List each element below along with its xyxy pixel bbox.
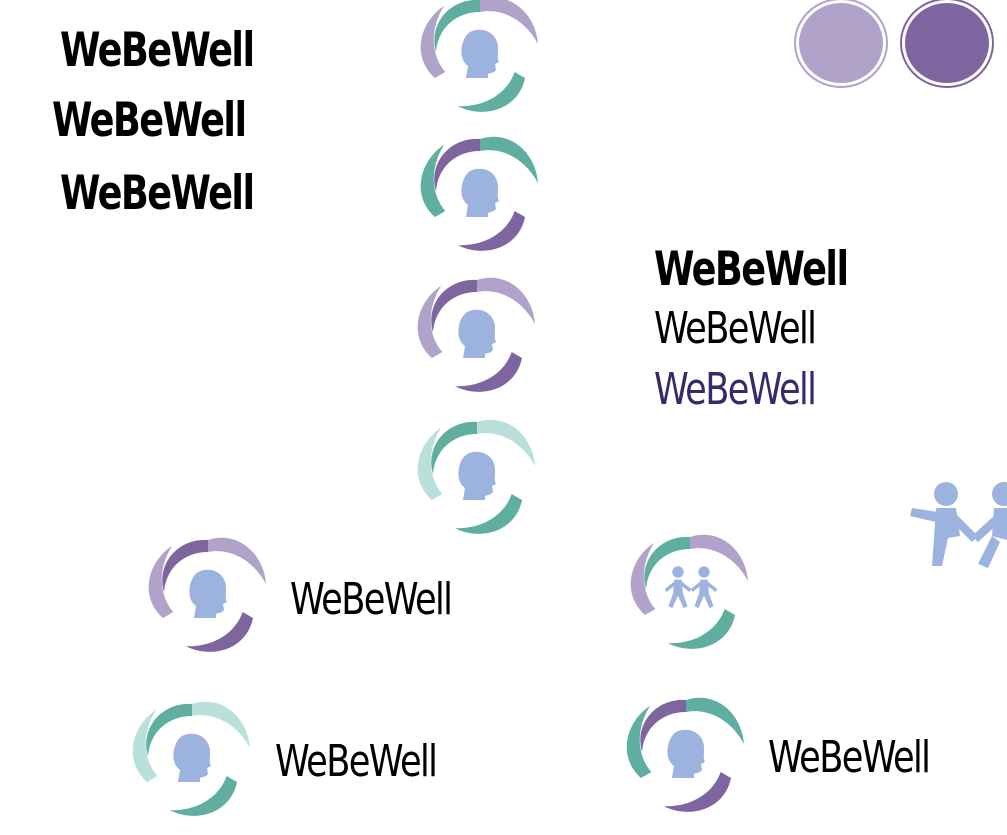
wordmark-light-navy: WeBeWell [654, 364, 817, 415]
swatch-lavender [796, 0, 886, 86]
head-swirl-icon [400, 419, 535, 552]
lockup-wordmark-1: WeBeWell [290, 574, 453, 625]
wordmark-heavy-3: WeBeWell [60, 166, 255, 221]
lockup-wordmark-2: WeBeWell [275, 736, 438, 787]
head-swirl-icon [115, 701, 250, 834]
wordmark-heavy-4: WeBeWell [654, 242, 849, 297]
head-swirl-icon [400, 277, 535, 410]
wordmark-light-black: WeBeWell [654, 303, 817, 354]
wordmark-heavy-2: WeBeWell [52, 93, 247, 148]
lockup-wordmark-3: WeBeWell [768, 732, 931, 783]
head-swirl-icon [131, 537, 266, 670]
children-holding-hands-icon [910, 482, 1007, 568]
head-swirl-icon [403, 0, 538, 130]
identity-board: { "brand": { "wordmark": "WeBeWell" }, "… [0, 0, 1007, 835]
head-swirl-icon [403, 136, 538, 269]
swatch-purple [902, 0, 992, 86]
head-swirl-icon [609, 697, 744, 830]
children-swirl-icon [613, 534, 748, 667]
wordmark-heavy-1: WeBeWell [60, 23, 255, 78]
